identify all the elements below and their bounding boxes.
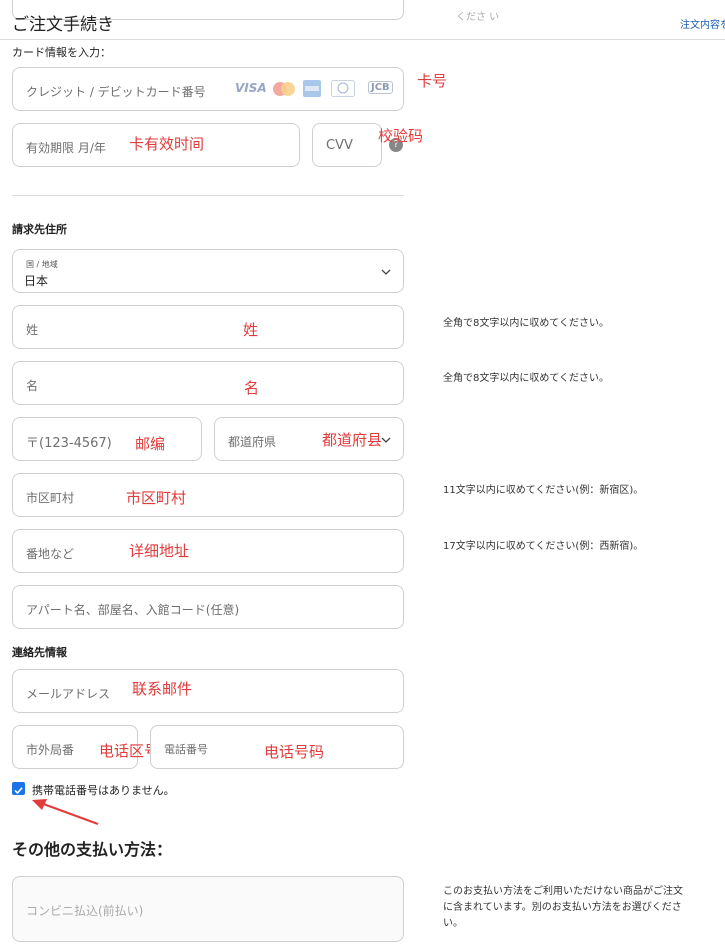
first-name-note: 全角で8文字以内に収めてください。 <box>443 373 610 384</box>
prefecture-placeholder: 都道府県 <box>228 435 277 449</box>
other-payment-heading: その他の支払い方法： <box>12 840 173 859</box>
street-placeholder: 番地など <box>26 547 75 561</box>
last-name-field[interactable]: 姓 <box>12 305 404 349</box>
annotation-cvv: 校验码 <box>378 127 424 145</box>
page-title: ご注文手続き <box>12 15 114 35</box>
expiry-placeholder: 有効期限 月/年 <box>26 141 106 155</box>
last-name-note: 全角で8文字以内に収めてください。 <box>443 318 610 329</box>
street-field[interactable]: 番地など <box>12 529 404 573</box>
chevron-down-icon <box>381 269 391 275</box>
annotation-email: 联系邮件 <box>132 680 193 698</box>
building-field[interactable]: アパート名、部屋名、入館コード(任意) <box>12 585 404 629</box>
city-placeholder: 市区町村 <box>26 491 75 505</box>
header-divider <box>0 39 725 40</box>
mastercard-logo-icon <box>273 82 295 96</box>
chevron-down-icon <box>381 437 391 443</box>
faded-note: くださ い <box>456 12 500 23</box>
annotation-first-name: 名 <box>244 379 260 397</box>
diners-logo-icon <box>331 80 355 97</box>
first-name-field[interactable]: 名 <box>12 361 404 405</box>
city-field[interactable]: 市区町村 <box>12 473 404 517</box>
red-arrow-icon <box>32 799 99 825</box>
country-select[interactable]: 国 / 地域 日本 <box>12 249 404 293</box>
cvv-placeholder: CVV <box>326 138 353 153</box>
annotation-expiry: 卡有效时间 <box>129 135 205 153</box>
email-field[interactable]: メールアドレス <box>12 669 404 713</box>
building-placeholder: アパート名、部屋名、入館コード(任意) <box>26 603 240 617</box>
konbini-note-line-3: い。 <box>443 918 463 929</box>
country-value: 日本 <box>24 274 49 288</box>
annotation-street: 详细地址 <box>129 542 190 560</box>
visa-logo-icon: VISA <box>235 81 267 95</box>
card-number-field[interactable]: クレジット / デビットカード番号 VISA JCB <box>12 67 404 111</box>
last-name-placeholder: 姓 <box>26 323 39 337</box>
card-number-placeholder: クレジット / デビットカード番号 <box>26 85 206 99</box>
jcb-logo-icon: JCB <box>368 81 393 94</box>
order-details-link[interactable]: 注文内容を <box>680 16 725 31</box>
country-label: 国 / 地域 <box>26 260 58 269</box>
konbini-label: コンビニ払込(前払い) <box>26 904 144 918</box>
no-mobile-checkbox[interactable] <box>12 782 25 795</box>
postal-code-field[interactable]: 〒(123-4567) <box>12 417 202 461</box>
street-note: 17文字以内に収めてください(例：西新宿)。 <box>443 541 644 552</box>
postal-code-placeholder: 〒(123-4567) <box>26 436 112 451</box>
email-placeholder: メールアドレス <box>26 687 111 701</box>
annotation-city: 市区町村 <box>126 489 187 507</box>
phone-placeholder: 電話番号 <box>164 743 208 756</box>
contact-section-label: 連絡先情報 <box>12 646 67 659</box>
cvv-field[interactable]: CVV <box>312 123 382 167</box>
first-name-placeholder: 名 <box>26 379 39 393</box>
konbini-note-line-1: このお支払い方法をご利用いただけない商品がご注文 <box>443 886 683 897</box>
annotation-phone: 电话号码 <box>264 743 325 761</box>
annotation-last-name: 姓 <box>243 321 259 339</box>
city-note: 11文字以内に収めてください(例：新宿区)。 <box>443 485 644 496</box>
area-code-placeholder: 市外局番 <box>26 743 75 757</box>
checkmark-icon <box>14 787 23 795</box>
amex-logo-icon <box>303 80 321 97</box>
konbini-payment-option[interactable]: コンビニ払込(前払い) <box>12 876 404 942</box>
billing-section-label: 請求先住所 <box>12 223 67 236</box>
annotation-postal: 邮编 <box>135 435 166 453</box>
konbini-note-line-2: に含まれています。別のお支払い方法をお選びくださ <box>443 902 682 913</box>
annotation-card-number: 卡号 <box>417 72 448 90</box>
card-section-label: カード情報を入力： <box>12 46 111 59</box>
annotation-prefecture: 都道府县 <box>322 431 383 449</box>
card-section-divider <box>12 195 404 196</box>
